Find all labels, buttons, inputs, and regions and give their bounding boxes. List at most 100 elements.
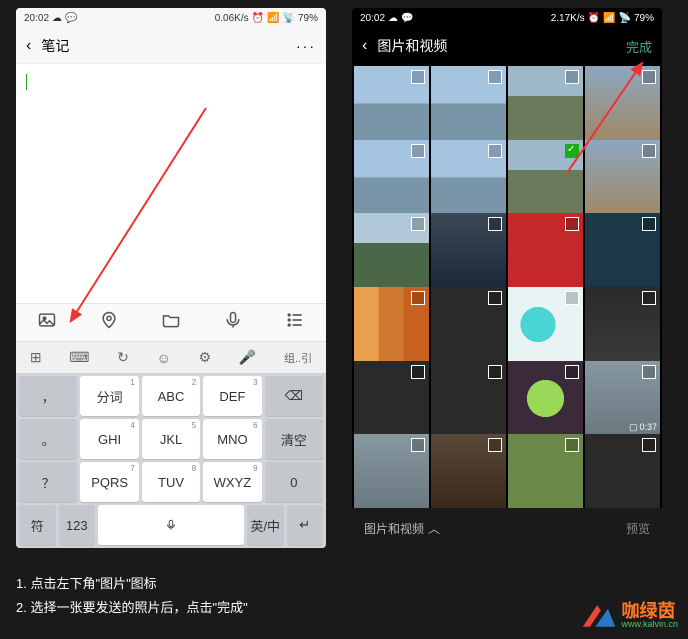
key-↵[interactable]: ↵ xyxy=(287,505,324,545)
thumb-checkbox[interactable] xyxy=(488,217,502,231)
kb-gear-icon[interactable]: ⚙ xyxy=(199,349,212,366)
thumb-checkbox[interactable] xyxy=(411,144,425,158)
list-icon[interactable] xyxy=(285,310,305,335)
thumb-checkbox[interactable] xyxy=(565,70,579,84)
thumb-checkbox[interactable] xyxy=(565,291,579,305)
thumb-checkbox[interactable] xyxy=(488,365,502,379)
thumb-checkbox[interactable] xyxy=(411,438,425,452)
key-，[interactable]: ， xyxy=(19,376,77,416)
gallery-thumb[interactable] xyxy=(354,287,429,362)
thumb-checkbox[interactable] xyxy=(642,70,656,84)
thumb-checkbox[interactable] xyxy=(642,291,656,305)
phone-right-gallery: 20:02 ☁ 💬 2.17K/s ⏰ 📶 📡 79% ‹ 图片和视频 完成 ▢… xyxy=(352,8,662,548)
gallery-thumb[interactable] xyxy=(431,361,506,436)
kb-grid-icon[interactable]: ⊞ xyxy=(30,349,42,366)
thumb-checkbox[interactable] xyxy=(488,70,502,84)
back-icon[interactable]: ‹ xyxy=(26,37,31,55)
kb-keyboard-icon[interactable]: ⌨ xyxy=(69,349,89,366)
status-bar: 20:02 ☁ 💬 0.06K/s ⏰ 📶 📡 79% xyxy=(16,8,326,28)
gallery-thumb[interactable] xyxy=(585,140,660,215)
mic-icon[interactable] xyxy=(223,310,243,335)
kb-voice-icon[interactable]: 🎤 xyxy=(239,349,256,366)
gallery-thumb[interactable] xyxy=(508,66,583,141)
thumb-checkbox[interactable] xyxy=(488,144,502,158)
key-ABC[interactable]: ABC2 xyxy=(142,376,200,416)
gallery-thumb[interactable] xyxy=(431,213,506,288)
thumb-checkbox[interactable] xyxy=(642,144,656,158)
gallery-thumb[interactable] xyxy=(508,287,583,362)
thumb-checkbox[interactable] xyxy=(565,438,579,452)
key-123[interactable]: 123 xyxy=(59,505,96,545)
gallery-thumb[interactable]: ▢0:37 xyxy=(585,361,660,436)
thumb-checkbox[interactable] xyxy=(642,217,656,231)
gallery-thumb[interactable] xyxy=(508,361,583,436)
gallery-grid: ▢0:37 xyxy=(352,64,662,508)
gallery-thumb[interactable] xyxy=(354,213,429,288)
key-PQRS[interactable]: PQRS7 xyxy=(80,462,138,502)
key-？[interactable]: ？ xyxy=(19,462,77,502)
gallery-thumb[interactable] xyxy=(354,434,429,508)
image-icon[interactable] xyxy=(37,310,57,335)
alarm-icon: ⏰ xyxy=(588,13,600,24)
thumb-checkbox[interactable] xyxy=(411,291,425,305)
album-selector[interactable]: 图片和视频 ︿ xyxy=(364,520,440,537)
note-body[interactable] xyxy=(16,64,326,303)
key-分词[interactable]: 分词1 xyxy=(80,376,138,416)
key-0[interactable]: 0 xyxy=(265,462,323,502)
gallery-thumb[interactable] xyxy=(354,66,429,141)
gallery-thumb[interactable] xyxy=(585,287,660,362)
key-GHI[interactable]: GHI4 xyxy=(80,419,138,459)
kb-refresh-icon[interactable]: ↻ xyxy=(117,349,129,366)
key-⌫[interactable]: ⌫ xyxy=(265,376,323,416)
thumb-checkbox[interactable] xyxy=(411,217,425,231)
key-JKL[interactable]: JKL5 xyxy=(142,419,200,459)
thumb-checkbox[interactable] xyxy=(411,365,425,379)
location-icon[interactable] xyxy=(99,310,119,335)
gallery-thumb[interactable] xyxy=(431,140,506,215)
key-清空[interactable]: 清空 xyxy=(265,419,323,459)
thumb-checkbox[interactable] xyxy=(488,438,502,452)
folder-icon[interactable] xyxy=(161,310,181,335)
thumb-checkbox[interactable] xyxy=(642,365,656,379)
thumb-checkbox[interactable] xyxy=(565,365,579,379)
thumb-checkbox[interactable] xyxy=(411,70,425,84)
keyboard-toolbar: ⊞ ⌨ ↻ ☺ ⚙ 🎤 组..引 xyxy=(16,341,326,373)
watermark-url: www.kalvin.cn xyxy=(621,620,678,629)
note-toolbar xyxy=(16,303,326,341)
key-英/中[interactable]: 英/中 xyxy=(247,505,284,545)
gallery-thumb[interactable] xyxy=(585,66,660,141)
status-time: 20:02 xyxy=(24,13,49,24)
thumb-checkbox[interactable] xyxy=(565,217,579,231)
key-MNO[interactable]: MNO6 xyxy=(203,419,261,459)
kb-smile-icon[interactable]: ☺ xyxy=(157,350,171,366)
gallery-thumb[interactable] xyxy=(585,434,660,508)
back-icon[interactable]: ‹ xyxy=(362,37,367,55)
thumb-checkbox[interactable] xyxy=(488,291,502,305)
gallery-thumb[interactable] xyxy=(585,213,660,288)
done-button[interactable]: 完成 xyxy=(626,37,652,56)
kb-pinyin-icon[interactable]: 组..引 xyxy=(284,350,312,366)
key-space[interactable] xyxy=(98,505,244,545)
gallery-thumb[interactable] xyxy=(508,213,583,288)
key-。[interactable]: 。 xyxy=(19,419,77,459)
gallery-thumb[interactable] xyxy=(431,287,506,362)
key-WXYZ[interactable]: WXYZ9 xyxy=(203,462,261,502)
preview-button[interactable]: 预览 xyxy=(626,520,650,537)
status-bar: 20:02 ☁ 💬 2.17K/s ⏰ 📶 📡 79% xyxy=(352,8,662,28)
gallery-thumb[interactable] xyxy=(431,434,506,508)
battery-text: 79% xyxy=(298,13,318,24)
more-icon[interactable]: ··· xyxy=(296,38,316,54)
key-符[interactable]: 符 xyxy=(19,505,56,545)
net-speed: 2.17K/s xyxy=(551,13,585,24)
thumb-checkbox[interactable] xyxy=(565,144,579,158)
gallery-thumb[interactable] xyxy=(354,140,429,215)
gallery-thumb[interactable] xyxy=(508,434,583,508)
thumb-checkbox[interactable] xyxy=(642,438,656,452)
key-TUV[interactable]: TUV8 xyxy=(142,462,200,502)
gallery-thumb[interactable] xyxy=(508,140,583,215)
key-DEF[interactable]: DEF3 xyxy=(203,376,261,416)
gallery-thumb[interactable] xyxy=(354,361,429,436)
wifi-icon: 📡 xyxy=(619,13,631,24)
gallery-thumb[interactable] xyxy=(431,66,506,141)
wifi-icon: 📡 xyxy=(283,13,295,24)
